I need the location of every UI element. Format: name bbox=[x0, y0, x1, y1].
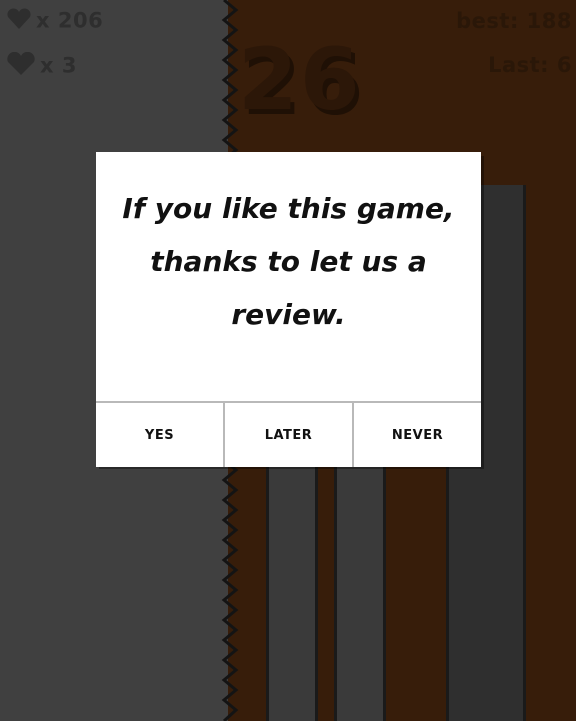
dialog-button-row: YES LATER NEVER bbox=[96, 401, 481, 467]
gems-count: x 206 bbox=[36, 8, 104, 33]
current-score: 26 bbox=[238, 30, 362, 130]
game-screen: x 206 x 3 best: 188 Last: 6 26 If you li… bbox=[0, 0, 576, 721]
review-dialog: If you like this game, thanks to let us … bbox=[96, 152, 481, 467]
best-score: best: 188 bbox=[456, 9, 572, 33]
last-score: Last: 6 bbox=[488, 53, 572, 77]
pillar bbox=[334, 440, 386, 721]
pillar bbox=[266, 440, 318, 721]
lives-count: x 3 bbox=[40, 53, 77, 78]
dialog-message: If you like this game, thanks to let us … bbox=[122, 192, 455, 331]
later-button[interactable]: LATER bbox=[223, 403, 352, 467]
yes-button[interactable]: YES bbox=[96, 403, 223, 467]
never-button[interactable]: NEVER bbox=[352, 403, 481, 467]
heart-icon bbox=[6, 51, 36, 81]
heart-icon bbox=[6, 8, 32, 35]
gems-counter: x 206 bbox=[6, 8, 103, 35]
lives-counter: x 3 bbox=[6, 51, 77, 81]
